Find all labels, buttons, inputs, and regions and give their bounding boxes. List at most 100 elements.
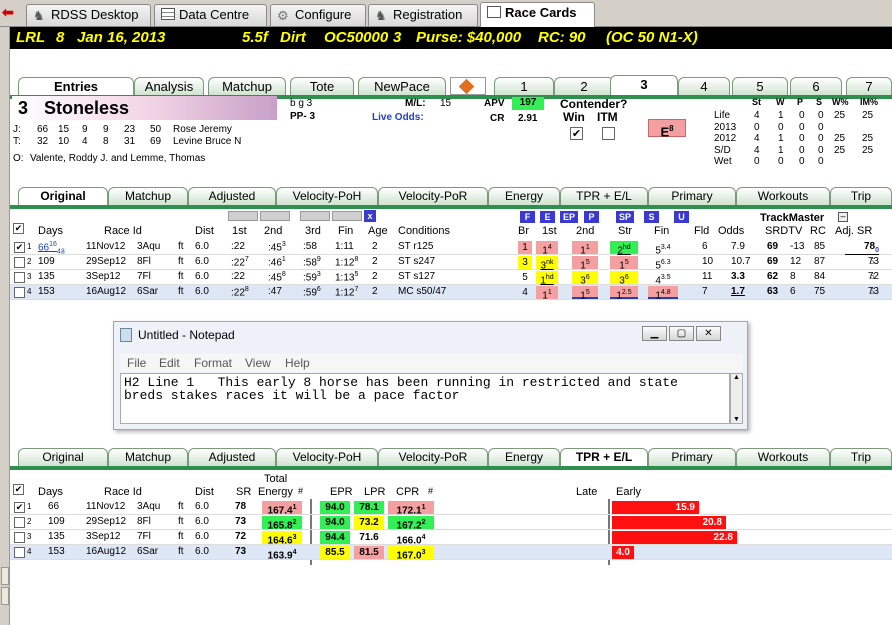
tab-horse-4[interactable]: 4 bbox=[678, 77, 730, 95]
collapse-icon[interactable]: – bbox=[838, 212, 848, 222]
menu-format[interactable]: Format bbox=[194, 356, 232, 370]
scroll-up-icon[interactable]: ▲ bbox=[731, 374, 742, 381]
finish-position-sup: 4.8 bbox=[660, 289, 671, 296]
row-checkbox[interactable] bbox=[14, 287, 25, 298]
total-energy-sup: 1 bbox=[292, 504, 297, 511]
fraction-header-button[interactable] bbox=[228, 211, 258, 221]
tab-newpace[interactable]: NewPace bbox=[358, 77, 446, 95]
flag-s[interactable]: S bbox=[644, 211, 659, 223]
tab-analysis[interactable]: Analysis bbox=[134, 77, 204, 95]
pp-tab-velocity-poh[interactable]: Velocity-PoH bbox=[276, 187, 378, 205]
tab-horse-5[interactable]: 5 bbox=[732, 77, 788, 95]
pp2-tab-velocity-poh[interactable]: Velocity-PoH bbox=[276, 448, 378, 466]
row-checkbox[interactable] bbox=[14, 547, 25, 558]
speed-rating: 69 bbox=[767, 241, 779, 252]
tab-matchup[interactable]: Matchup bbox=[208, 77, 286, 95]
pp-tab-adjusted[interactable]: Adjusted bbox=[188, 187, 276, 205]
flag-f[interactable]: F bbox=[520, 211, 535, 223]
record-cell: 25 bbox=[834, 144, 846, 156]
fraction-sup: 3 bbox=[316, 271, 321, 278]
row-checkbox[interactable] bbox=[14, 532, 25, 543]
tab-entries[interactable]: Entries bbox=[18, 77, 134, 95]
select-all-checkbox[interactable]: ✔ bbox=[13, 223, 24, 234]
tab-horse-3[interactable]: 3 bbox=[610, 75, 678, 95]
race-date: Jan 16, 2013 bbox=[77, 29, 166, 46]
tab-race-cards[interactable]: Race Cards bbox=[480, 2, 595, 27]
expand-button[interactable]: x bbox=[364, 210, 376, 222]
menu-edit[interactable]: Edit bbox=[159, 356, 180, 370]
tab-rdss-desktop[interactable]: ♞ RDSS Desktop bbox=[26, 4, 151, 26]
pp2-tab-adjusted[interactable]: Adjusted bbox=[188, 448, 276, 466]
flag-p[interactable]: P bbox=[584, 211, 599, 223]
minimize-button[interactable]: ▁ bbox=[642, 326, 667, 341]
pace-shape-button[interactable] bbox=[450, 77, 486, 95]
pp2-tab-workouts[interactable]: Workouts bbox=[736, 448, 830, 466]
pp-tab-trip[interactable]: Trip bbox=[830, 187, 892, 205]
apv-value: 197 bbox=[512, 97, 544, 110]
tab-tote[interactable]: Tote bbox=[290, 77, 354, 95]
pp2-tab-tpr-e-l[interactable]: TPR + E/L bbox=[560, 448, 648, 466]
record-row-label: S/D bbox=[714, 144, 731, 156]
tab-configure[interactable]: ⚙ Configure bbox=[270, 4, 366, 26]
pp-tab-velocity-por[interactable]: Velocity-PoR bbox=[378, 187, 488, 205]
notepad-window[interactable]: Untitled - Notepad ▁ ▢ ✕ File Edit Forma… bbox=[113, 321, 748, 430]
sidebar-button[interactable] bbox=[1, 567, 9, 585]
pp2-tab-original[interactable]: Original bbox=[18, 448, 108, 466]
row-checkbox[interactable] bbox=[14, 257, 25, 268]
row-checkbox[interactable]: ✔ bbox=[14, 502, 25, 513]
menu-view[interactable]: View bbox=[245, 356, 271, 370]
tab-registration[interactable]: ♞ Registration bbox=[368, 4, 478, 26]
pp2-tab-matchup[interactable]: Matchup bbox=[108, 448, 188, 466]
pp-tab-matchup[interactable]: Matchup bbox=[108, 187, 188, 205]
pp-tab-workouts[interactable]: Workouts bbox=[736, 187, 830, 205]
flag-sp[interactable]: SP bbox=[616, 211, 634, 223]
tab-horse-7[interactable]: 7 bbox=[846, 77, 892, 95]
close-button[interactable]: ✕ bbox=[696, 326, 721, 341]
select-all-checkbox[interactable]: ✔ bbox=[13, 484, 24, 495]
tab-horse-2[interactable]: 2 bbox=[554, 77, 614, 95]
pp2-tab-trip[interactable]: Trip bbox=[830, 448, 892, 466]
flag-u[interactable]: U bbox=[674, 211, 689, 223]
row-checkbox[interactable] bbox=[14, 272, 25, 283]
flag-e[interactable]: E bbox=[540, 211, 555, 223]
pp2-tab-velocity-por[interactable]: Velocity-PoR bbox=[378, 448, 488, 466]
flag-ep[interactable]: EP bbox=[560, 211, 578, 223]
finish-position: 14.8 bbox=[648, 286, 678, 301]
pp-tab-original[interactable]: Original bbox=[18, 187, 108, 205]
race-purse: Purse: $40,000 bbox=[416, 29, 522, 46]
total-energy: 163.94 bbox=[262, 546, 302, 561]
back-arrow-icon[interactable]: ⬅ bbox=[2, 4, 22, 20]
menu-file[interactable]: File bbox=[127, 356, 146, 370]
fraction-header-button[interactable] bbox=[260, 211, 290, 221]
break-position: 5 bbox=[518, 271, 532, 284]
second-call: 15 bbox=[572, 256, 598, 271]
itm-checkbox[interactable] bbox=[602, 127, 615, 140]
row-checkbox[interactable]: ✔ bbox=[14, 242, 25, 253]
row-checkbox[interactable] bbox=[14, 517, 25, 528]
tab-data-centre[interactable]: Data Centre bbox=[154, 4, 267, 26]
stretch-call-sup: 2.5 bbox=[621, 289, 632, 296]
record-cell: 4 bbox=[754, 144, 760, 156]
menu-help[interactable]: Help bbox=[285, 356, 310, 370]
pp-tab-tpr-e-l[interactable]: TPR + E/L bbox=[560, 187, 648, 205]
sidebar-button[interactable] bbox=[1, 587, 9, 605]
pp-tab-energy[interactable]: Energy bbox=[488, 187, 560, 205]
pp-tab-primary[interactable]: Primary bbox=[648, 187, 736, 205]
notepad-scrollbar[interactable]: ▲ ▼ bbox=[730, 373, 743, 424]
pp2-tab-primary[interactable]: Primary bbox=[648, 448, 736, 466]
days-since: 66 bbox=[48, 501, 60, 512]
pp2-tab-energy[interactable]: Energy bbox=[488, 448, 560, 466]
tab-horse-1[interactable]: 1 bbox=[494, 77, 554, 95]
record-cell: 25 bbox=[862, 144, 874, 156]
tab-horse-6[interactable]: 6 bbox=[790, 77, 842, 95]
odds: 1.7 bbox=[731, 286, 745, 297]
epr-value: 94.4 bbox=[325, 532, 345, 543]
days-value: 135 bbox=[38, 271, 55, 282]
notepad-text-area[interactable]: H2 Line 1 This early 8 horse has been ru… bbox=[120, 373, 730, 424]
scroll-down-icon[interactable]: ▼ bbox=[731, 416, 742, 423]
maximize-button[interactable]: ▢ bbox=[669, 326, 694, 341]
fraction-header-button[interactable] bbox=[300, 211, 330, 221]
win-checkbox[interactable]: ✔ bbox=[570, 127, 583, 140]
fraction-header-button[interactable] bbox=[332, 211, 362, 221]
fraction-value: 1:13 bbox=[335, 272, 355, 284]
